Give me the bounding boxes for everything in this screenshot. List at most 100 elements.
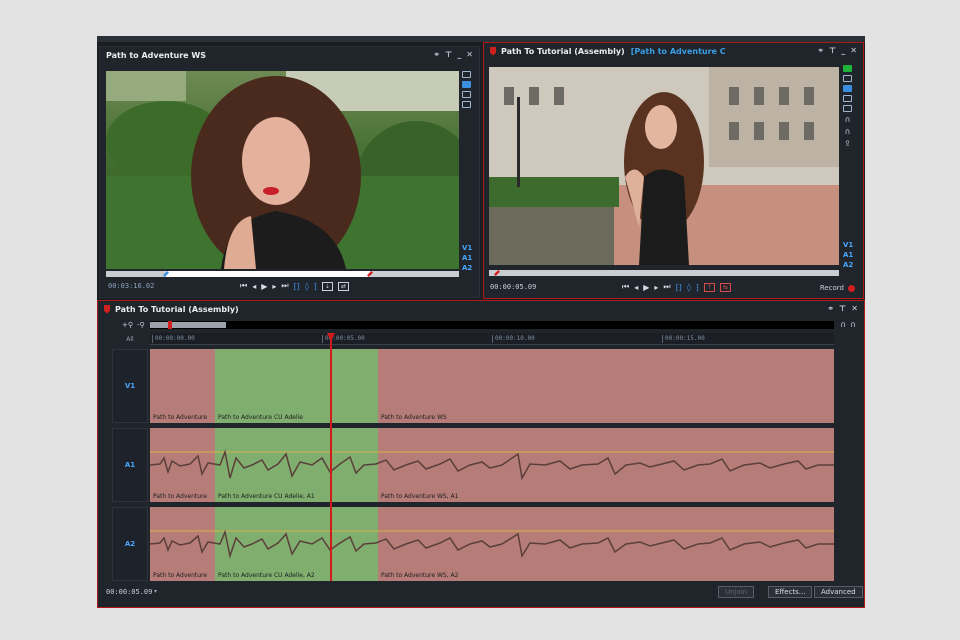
source-scrub-bar[interactable] — [106, 271, 459, 277]
timeline-timecode[interactable]: 00:00:05.09 — [106, 588, 152, 596]
record-viewer-panel: Path To Tutorial (Assembly) [Path to Adv… — [483, 42, 864, 299]
close-icon[interactable]: ✕ — [851, 304, 858, 313]
timeline-titlebar: Path To Tutorial (Assembly) ⚭ ⊤ ✕ — [98, 301, 864, 317]
all-tracks-toggle[interactable]: All — [112, 336, 148, 345]
clip-label: Path to Adventure CU Adelie — [218, 414, 303, 421]
source-track-labels: V1 A1 A2 — [462, 244, 472, 272]
timeline-title: Path To Tutorial (Assembly) — [115, 304, 239, 314]
go-to-start-icon[interactable]: ⏮ — [240, 281, 247, 291]
source-transport-controls: ⏮ ◂ ▶ ▸ ⏭ ⁅⁆ ◊ ⁆ ⇣ ⇄ — [240, 281, 349, 291]
bookmark-icon — [104, 304, 110, 314]
export-icon[interactable] — [843, 65, 852, 72]
effects-button[interactable]: Effects... — [768, 586, 813, 598]
source-timecode[interactable]: 00:03:16.02 — [108, 282, 154, 290]
record-video-frame[interactable] — [489, 67, 839, 265]
magnet-icon[interactable]: ∩ — [845, 115, 851, 124]
snap-icon[interactable]: ∩ — [845, 127, 851, 136]
track-label-v1[interactable]: V1 — [462, 244, 472, 252]
track-label-a2[interactable]: A2 — [843, 261, 853, 269]
mark-in-icon[interactable]: ⁅⁆ — [294, 282, 300, 291]
monitor-icon[interactable] — [843, 95, 852, 102]
clip-v1-ws[interactable]: Path to Adventure WS — [378, 349, 834, 423]
magnet-icon[interactable]: ∩ — [840, 320, 846, 329]
play-icon[interactable]: ▶ — [643, 283, 649, 292]
timeline-overview-viewport[interactable] — [150, 322, 226, 328]
overwrite-icon[interactable]: ⇄ — [337, 281, 349, 291]
overlay-icon[interactable] — [462, 101, 471, 108]
track-header-a1[interactable]: A1 — [112, 428, 148, 502]
timeline-window-tools: ⚭ ⊤ ✕ — [827, 304, 858, 313]
mark-out-icon[interactable]: ⁆ — [696, 283, 699, 292]
source-scrub-range — [166, 271, 370, 277]
layers-icon[interactable] — [462, 81, 471, 88]
track-header-v1[interactable]: V1 — [112, 349, 148, 423]
minimize-icon[interactable]: _ — [457, 50, 461, 59]
bookmark-icon — [490, 46, 496, 56]
source-video-frame[interactable] — [106, 71, 459, 269]
minimize-icon[interactable]: _ — [841, 46, 845, 55]
timecode-dropdown-icon[interactable]: ▾ — [154, 588, 157, 595]
record-track-labels: V1 A1 A2 — [843, 241, 853, 269]
zoom-controls: +⚲ -⚲ — [122, 321, 145, 329]
timeline-overview-bar[interactable] — [150, 321, 834, 329]
lift-icon[interactable]: ⇡ — [703, 282, 715, 292]
source-viewer-panel: Path to Adventure WS ⚭ ⊤ _ ✕ V1 A1 A2 00… — [99, 46, 480, 298]
mark-out-icon[interactable]: ⁆ — [314, 282, 317, 291]
timeline-playhead[interactable] — [330, 335, 332, 581]
track-label-a2[interactable]: A2 — [462, 264, 472, 272]
layers-icon[interactable] — [843, 85, 852, 92]
pin-icon[interactable]: ⊤ — [839, 304, 846, 313]
record-label: Record — [819, 284, 844, 292]
track-label-a1[interactable]: A1 — [843, 251, 853, 259]
folder-icon[interactable] — [843, 75, 852, 82]
monitor-icon[interactable] — [462, 91, 471, 98]
step-back-icon[interactable]: ◂ — [252, 282, 256, 291]
track-label-a1[interactable]: A1 — [462, 254, 472, 262]
play-icon[interactable]: ▶ — [261, 282, 267, 291]
clip-label: Path to Adventure WS — [381, 414, 447, 421]
clip-v1-cu-adelie[interactable]: Path to Adventure CU Adelie — [215, 349, 378, 423]
link-icon[interactable]: ⚭ — [433, 50, 440, 59]
upload-icon[interactable]: ⇪ — [844, 139, 851, 148]
go-to-end-icon[interactable]: ⏭ — [281, 281, 288, 291]
link-icon[interactable]: ⚭ — [817, 46, 824, 55]
record-playhead-marker[interactable] — [494, 270, 500, 276]
mark-clip-icon[interactable]: ◊ — [305, 282, 309, 291]
folder-icon[interactable] — [462, 71, 471, 78]
record-dot-icon[interactable] — [848, 284, 855, 292]
clip-v1-path-to-adventure[interactable]: Path to Adventure — [150, 349, 215, 423]
record-viewer-clip-name: [Path to Adventure C — [630, 46, 726, 56]
close-icon[interactable]: ✕ — [850, 46, 857, 55]
record-timecode[interactable]: 00:00:05.09 — [490, 283, 536, 291]
pin-icon[interactable]: ⊤ — [445, 50, 452, 59]
advanced-button[interactable]: Advanced — [814, 586, 863, 598]
extract-icon[interactable]: ⇆ — [719, 282, 731, 292]
close-icon[interactable]: ✕ — [466, 50, 473, 59]
track-label-v1[interactable]: V1 — [843, 241, 853, 249]
record-control[interactable]: Record — [820, 284, 855, 292]
pin-icon[interactable]: ⊤ — [829, 46, 836, 55]
track-header-a2[interactable]: A2 — [112, 507, 148, 581]
unjoin-button[interactable]: Unjoin — [718, 586, 755, 598]
go-to-start-icon[interactable]: ⏮ — [622, 282, 629, 292]
step-forward-icon[interactable]: ▸ — [654, 283, 658, 292]
record-video-image — [489, 67, 839, 265]
zoom-in-icon[interactable]: +⚲ — [122, 321, 133, 329]
insert-icon[interactable]: ⇣ — [321, 281, 333, 291]
track-a2-clips: Path to Adventure Path to Adventure CU A… — [150, 507, 834, 581]
step-back-icon[interactable]: ◂ — [634, 283, 638, 292]
snap-icon[interactable]: ∩ — [850, 320, 856, 329]
track-v1-clips: Path to Adventure Path to Adventure CU A… — [150, 349, 834, 423]
zoom-out-icon[interactable]: -⚲ — [137, 321, 145, 329]
record-scrub-bar[interactable] — [489, 270, 839, 276]
timeline-ruler[interactable]: 00:00:00.00 00:00:05.00 00:00:10.00 00:0… — [150, 333, 834, 345]
record-viewer-title: Path To Tutorial (Assembly) — [501, 46, 625, 56]
overlay-icon[interactable] — [843, 105, 852, 112]
mark-in-icon[interactable]: ⁅⁆ — [676, 283, 682, 292]
link-icon[interactable]: ⚭ — [827, 304, 834, 313]
mark-clip-icon[interactable]: ◊ — [687, 283, 691, 292]
go-to-end-icon[interactable]: ⏭ — [663, 282, 670, 292]
step-forward-icon[interactable]: ▸ — [272, 282, 276, 291]
audio-waveform-a1 — [150, 449, 834, 481]
overview-playhead-icon[interactable] — [168, 321, 172, 329]
